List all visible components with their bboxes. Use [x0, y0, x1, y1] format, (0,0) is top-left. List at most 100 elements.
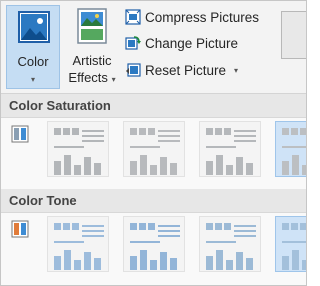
- color-option-thumb[interactable]: [199, 216, 261, 272]
- mini-bars: [130, 248, 180, 270]
- picture-tools-ribbon: Color ▾ Artistic Effects ▾ Compress Pict…: [1, 1, 306, 94]
- mini-bar: [64, 250, 71, 270]
- mini-text-line: [130, 146, 160, 148]
- color-option-thumb[interactable]: [275, 216, 306, 272]
- mini-text-line: [82, 135, 104, 137]
- mini-icon: [282, 128, 289, 135]
- color-option-thumb[interactable]: [199, 121, 261, 177]
- mini-icon: [148, 128, 155, 135]
- mini-icon: [215, 128, 222, 135]
- chevron-down-icon: ▾: [111, 75, 116, 84]
- mini-bar: [292, 250, 299, 270]
- reset-picture-button[interactable]: Reset Picture ▾: [125, 59, 238, 81]
- mini-bar: [140, 155, 147, 175]
- mini-bar: [140, 250, 147, 270]
- mini-text-line: [206, 146, 236, 148]
- change-picture-label: Change Picture: [145, 35, 239, 51]
- reset-picture-icon: [126, 63, 141, 77]
- change-picture-icon: [125, 36, 141, 50]
- mini-bar: [84, 252, 91, 270]
- compress-pictures-button[interactable]: Compress Pictures: [125, 6, 259, 28]
- mini-icon: [54, 223, 61, 230]
- artistic-effects-label-2: Effects ▾: [68, 70, 116, 85]
- mini-icon: [139, 128, 146, 135]
- mini-text-line: [282, 241, 306, 243]
- mini-text-line: [234, 140, 256, 142]
- mini-bar: [54, 161, 61, 175]
- mini-bar: [94, 258, 101, 270]
- mini-icon: [72, 128, 79, 135]
- mini-icon: [291, 223, 298, 230]
- mini-icon: [206, 128, 213, 135]
- thumb-row-tone: [1, 214, 306, 274]
- mini-text-line: [158, 130, 180, 132]
- mini-bar: [130, 256, 137, 270]
- mini-icon: [300, 223, 306, 230]
- mini-bar: [246, 258, 253, 270]
- mini-bar: [150, 260, 157, 270]
- mini-text-line: [158, 225, 180, 227]
- mini-bar: [74, 165, 81, 175]
- artistic-effects-button[interactable]: Artistic Effects ▾: [63, 5, 121, 89]
- thumb-row-saturation: [1, 119, 306, 179]
- color-option-thumb[interactable]: [47, 216, 109, 272]
- artistic-effects-label-1: Artistic: [72, 53, 112, 68]
- mini-text-line: [234, 230, 256, 232]
- compress-pictures-label: Compress Pictures: [145, 9, 260, 25]
- mini-bar: [160, 157, 167, 175]
- mini-bar: [64, 155, 71, 175]
- mini-bar: [246, 163, 253, 175]
- color-option-thumb[interactable]: [123, 121, 185, 177]
- mini-text-line: [206, 241, 236, 243]
- mini-bars: [54, 153, 104, 175]
- mini-bar: [170, 163, 177, 175]
- color-gallery: Color Saturation Color Tone: [1, 94, 306, 285]
- mini-bar: [74, 260, 81, 270]
- color-option-thumb[interactable]: [47, 121, 109, 177]
- mini-icon: [54, 128, 61, 135]
- mini-text-line: [282, 146, 306, 148]
- mini-text-line: [130, 241, 160, 243]
- color-button[interactable]: Color ▾: [6, 5, 60, 89]
- mini-bars: [206, 248, 256, 270]
- chevron-down-icon[interactable]: ▾: [234, 66, 238, 75]
- color-dropdown-window: Color ▾ Artistic Effects ▾ Compress Pict…: [0, 0, 307, 286]
- mini-bar: [130, 161, 137, 175]
- mini-icon: [224, 223, 231, 230]
- mini-bar: [206, 256, 213, 270]
- mini-bar: [302, 260, 306, 270]
- mini-bar: [94, 163, 101, 175]
- reset-picture-label: Reset Picture: [145, 62, 227, 78]
- mini-text-line: [158, 140, 180, 142]
- mini-icon: [224, 128, 231, 135]
- color-option-thumb[interactable]: [123, 216, 185, 272]
- mini-bars: [206, 153, 256, 175]
- mini-icon: [215, 223, 222, 230]
- color-button-label: Color: [17, 54, 49, 69]
- mini-bar: [206, 161, 213, 175]
- mini-text-line: [158, 230, 180, 232]
- mini-bar: [282, 161, 289, 175]
- compress-partial-icon[interactable]: [281, 11, 306, 59]
- compress-pictures-icon: [125, 9, 141, 25]
- mini-bar: [54, 256, 61, 270]
- section-header-color-saturation: Color Saturation: [1, 94, 306, 118]
- mini-bar: [216, 155, 223, 175]
- change-picture-button[interactable]: Change Picture: [125, 32, 238, 54]
- mini-icon: [282, 223, 289, 230]
- mini-text-line: [82, 230, 104, 232]
- mini-icon: [139, 223, 146, 230]
- mini-text-line: [82, 130, 104, 132]
- mini-bar: [160, 252, 167, 270]
- mini-bar: [170, 258, 177, 270]
- mini-text-line: [158, 235, 180, 237]
- color-option-thumb[interactable]: [275, 121, 306, 177]
- original-picture-icon: [11, 125, 29, 143]
- mini-icon: [291, 128, 298, 135]
- mini-bar: [226, 165, 233, 175]
- mini-text-line: [234, 130, 256, 132]
- mini-bar: [236, 252, 243, 270]
- mini-icon: [72, 223, 79, 230]
- mini-text-line: [158, 135, 180, 137]
- mini-text-line: [234, 235, 256, 237]
